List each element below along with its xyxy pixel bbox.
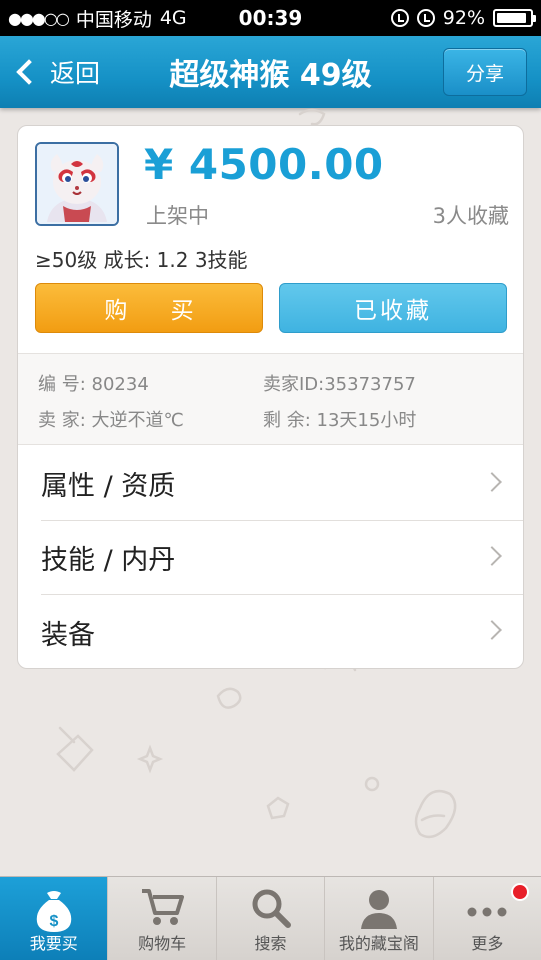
signal-strength-icon: ●●●○○ bbox=[8, 8, 70, 28]
status-right: 92% bbox=[390, 7, 536, 29]
battery-icon bbox=[493, 9, 536, 27]
listing-info: 编 号: 80234 卖家ID:35373757 卖 家: 大逆不道℃ 剩 余:… bbox=[18, 353, 523, 445]
seller-id: 卖家ID:35373757 bbox=[263, 374, 416, 395]
pet-specs: ≥50级 成长: 1.2 3技能 bbox=[35, 248, 248, 272]
more-icon bbox=[467, 907, 507, 917]
seller-name: 卖 家: 大逆不道℃ bbox=[38, 410, 184, 431]
notification-badge bbox=[511, 883, 530, 901]
time-remaining: 剩 余: 13天15小时 bbox=[263, 410, 417, 431]
carrier-name: 中国移动 bbox=[75, 8, 152, 31]
status-bar: ●●●○○ 中国移动 4G 00:39 92% bbox=[0, 0, 541, 36]
money-bag-icon: $ bbox=[36, 891, 71, 932]
chevron-right-icon bbox=[482, 472, 502, 492]
monkey-portrait-icon bbox=[37, 144, 117, 224]
tab-label: 更多 bbox=[471, 934, 504, 953]
rotation-lock-icon bbox=[390, 9, 409, 27]
search-icon bbox=[252, 889, 291, 928]
tab-label: 我的藏宝阁 bbox=[338, 934, 419, 953]
buy-button[interactable]: 购 买 bbox=[35, 283, 263, 333]
nav-bar: 返回 超级神猴 49级 分享 bbox=[0, 36, 541, 108]
menu-label: 技能 / 内丹 bbox=[41, 545, 176, 576]
tab-label: 搜索 bbox=[254, 934, 287, 953]
share-button[interactable]: 分享 bbox=[443, 48, 527, 96]
back-label: 返回 bbox=[50, 59, 101, 88]
pet-avatar[interactable] bbox=[35, 142, 119, 226]
tab-buy[interactable]: $ 我要买 bbox=[0, 877, 109, 960]
tab-label: 我要买 bbox=[29, 934, 78, 953]
chevron-right-icon bbox=[482, 620, 502, 640]
menu-equipment[interactable]: 装备 bbox=[41, 595, 523, 668]
tab-label: 购物车 bbox=[138, 934, 187, 953]
svg-text:$: $ bbox=[49, 913, 58, 930]
chevron-left-icon bbox=[16, 59, 42, 85]
battery-percent: 92% bbox=[442, 7, 485, 29]
chevron-right-icon bbox=[482, 546, 502, 566]
back-button[interactable]: 返回 bbox=[0, 54, 150, 90]
user-icon bbox=[360, 890, 397, 929]
listing-number: 编 号: 80234 bbox=[38, 374, 149, 395]
product-card: ¥ 4500.00 上架中 3人收藏 ≥50级 成长: 1.2 3技能 购 买 … bbox=[17, 125, 524, 669]
price: ¥ 4500.00 bbox=[144, 140, 384, 189]
cart-icon bbox=[142, 889, 185, 925]
status-left: ●●●○○ 中国移动 4G bbox=[8, 5, 391, 32]
menu-attributes[interactable]: 属性 / 资质 bbox=[41, 447, 523, 521]
menu-skills[interactable]: 技能 / 内丹 bbox=[41, 521, 523, 595]
alarm-icon bbox=[416, 9, 435, 27]
tab-more[interactable]: 更多 bbox=[434, 877, 541, 960]
menu-label: 装备 bbox=[41, 619, 95, 651]
tab-my-treasure[interactable]: 我的藏宝阁 bbox=[325, 877, 434, 960]
tab-search[interactable]: 搜索 bbox=[217, 877, 326, 960]
battery-fill bbox=[497, 13, 527, 23]
favorited-button[interactable]: 已收藏 bbox=[279, 283, 507, 333]
tab-bar: $ 我要买 购物车 搜索 我的藏宝阁 更多 bbox=[0, 876, 541, 960]
favorite-count: 3人收藏 bbox=[432, 204, 509, 228]
listing-status: 上架中 bbox=[146, 204, 209, 228]
network-type: 4G bbox=[159, 7, 187, 29]
menu-label: 属性 / 资质 bbox=[41, 471, 176, 502]
tab-cart[interactable]: 购物车 bbox=[108, 877, 217, 960]
